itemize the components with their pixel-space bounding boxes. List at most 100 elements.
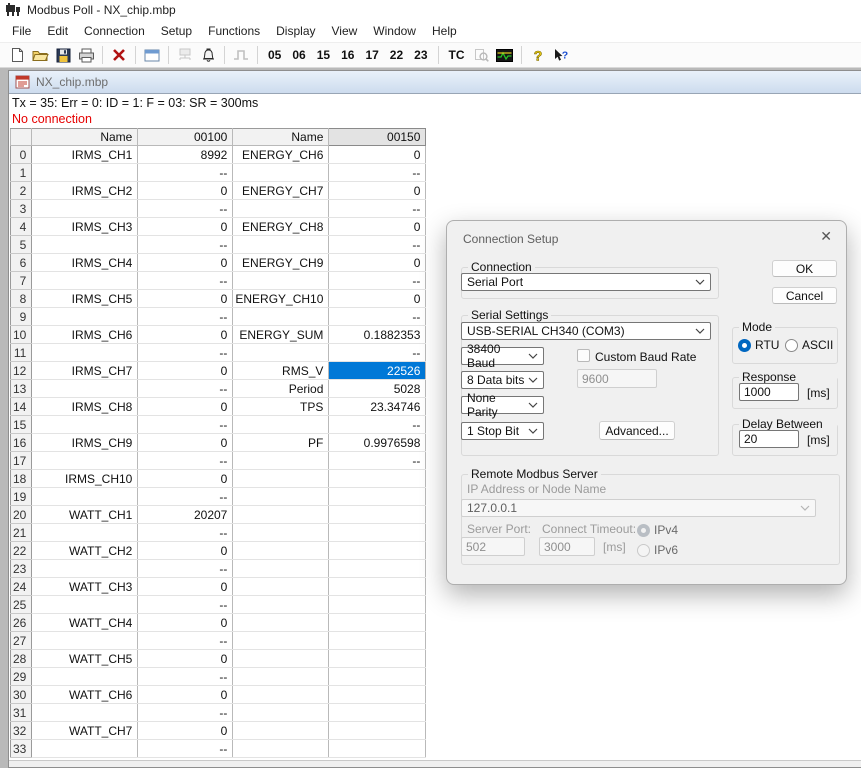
name-cell-00150[interactable]: ENERGY_CH8: [233, 218, 329, 236]
value-cell-00150[interactable]: [329, 722, 426, 740]
value-cell-00150[interactable]: 0: [329, 254, 426, 272]
name-cell-00100[interactable]: [32, 416, 138, 434]
name-cell-00150[interactable]: [233, 488, 329, 506]
connect-timeout-field[interactable]: 3000: [539, 537, 595, 556]
value-cell-00100[interactable]: 0: [138, 182, 233, 200]
value-cell-00100[interactable]: 0: [138, 470, 233, 488]
value-cell-00100[interactable]: 0: [138, 434, 233, 452]
menu-setup[interactable]: Setup: [153, 21, 200, 41]
function-15-button[interactable]: 15: [312, 44, 335, 66]
value-cell-00150[interactable]: [329, 470, 426, 488]
stop-bits-select[interactable]: 1 Stop Bit: [461, 422, 544, 440]
response-timeout-field[interactable]: 1000: [739, 383, 799, 401]
value-cell-00150[interactable]: [329, 614, 426, 632]
menu-display[interactable]: Display: [268, 21, 323, 41]
value-cell-00150[interactable]: [329, 686, 426, 704]
name-cell-00150[interactable]: RMS_V: [233, 362, 329, 380]
value-cell-00100[interactable]: --: [138, 200, 233, 218]
cancel-button[interactable]: Cancel: [772, 287, 837, 304]
custom-baud-checkbox[interactable]: [577, 349, 590, 362]
advanced-button[interactable]: Advanced...: [599, 421, 675, 440]
help-icon[interactable]: ?: [527, 44, 549, 66]
function-05-button[interactable]: 05: [263, 44, 286, 66]
name-cell-00150[interactable]: [233, 236, 329, 254]
value-cell-00150[interactable]: [329, 668, 426, 686]
value-cell-00100[interactable]: --: [138, 344, 233, 362]
value-cell-00150[interactable]: --: [329, 200, 426, 218]
value-cell-00150[interactable]: --: [329, 416, 426, 434]
name-cell-00100[interactable]: [32, 488, 138, 506]
disconnect-icon[interactable]: [108, 44, 130, 66]
baud-rate-select[interactable]: 38400 Baud: [461, 347, 544, 365]
name-cell-00150[interactable]: [233, 542, 329, 560]
menu-help[interactable]: Help: [424, 21, 465, 41]
context-help-icon[interactable]: ?: [550, 44, 572, 66]
name-cell-00100[interactable]: IRMS_CH6: [32, 326, 138, 344]
value-cell-00100[interactable]: --: [138, 632, 233, 650]
ascii-radio[interactable]: ASCII: [785, 338, 833, 352]
test-center-button[interactable]: TC: [444, 44, 470, 66]
function-16-button[interactable]: 16: [336, 44, 359, 66]
menu-connection[interactable]: Connection: [76, 21, 153, 41]
name-cell-00150[interactable]: ENERGY_CH6: [233, 146, 329, 164]
header-00150[interactable]: 00150: [329, 129, 426, 146]
value-cell-00150[interactable]: [329, 560, 426, 578]
ok-button[interactable]: OK: [772, 260, 837, 277]
value-cell-00150[interactable]: [329, 524, 426, 542]
name-cell-00100[interactable]: WATT_CH2: [32, 542, 138, 560]
name-cell-00150[interactable]: [233, 686, 329, 704]
value-cell-00150[interactable]: [329, 488, 426, 506]
value-cell-00100[interactable]: 0: [138, 578, 233, 596]
name-cell-00100[interactable]: [32, 164, 138, 182]
value-cell-00100[interactable]: --: [138, 272, 233, 290]
name-cell-00100[interactable]: IRMS_CH5: [32, 290, 138, 308]
name-cell-00150[interactable]: [233, 308, 329, 326]
value-cell-00150[interactable]: [329, 632, 426, 650]
function-23-button[interactable]: 23: [409, 44, 432, 66]
value-cell-00150[interactable]: --: [329, 344, 426, 362]
value-cell-00150[interactable]: [329, 542, 426, 560]
value-cell-00150[interactable]: [329, 650, 426, 668]
name-cell-00100[interactable]: IRMS_CH10: [32, 470, 138, 488]
value-cell-00100[interactable]: 0: [138, 362, 233, 380]
name-cell-00150[interactable]: ENERGY_CH9: [233, 254, 329, 272]
name-cell-00100[interactable]: WATT_CH1: [32, 506, 138, 524]
name-cell-00100[interactable]: [32, 632, 138, 650]
display-window-icon[interactable]: [141, 44, 163, 66]
name-cell-00100[interactable]: [32, 200, 138, 218]
name-cell-00150[interactable]: ENERGY_SUM: [233, 326, 329, 344]
name-cell-00100[interactable]: [32, 668, 138, 686]
name-cell-00150[interactable]: [233, 560, 329, 578]
value-cell-00150[interactable]: --: [329, 164, 426, 182]
name-cell-00100[interactable]: [32, 344, 138, 362]
value-cell-00100[interactable]: 0: [138, 218, 233, 236]
serial-port-select[interactable]: USB-SERIAL CH340 (COM3): [461, 322, 711, 340]
function-06-button[interactable]: 06: [287, 44, 310, 66]
name-cell-00150[interactable]: [233, 470, 329, 488]
poll-definition-icon[interactable]: [174, 44, 196, 66]
name-cell-00150[interactable]: ENERGY_CH10: [233, 290, 329, 308]
print-icon[interactable]: [75, 44, 97, 66]
parity-select[interactable]: None Parity: [461, 396, 544, 414]
value-cell-00100[interactable]: --: [138, 704, 233, 722]
name-cell-00150[interactable]: [233, 344, 329, 362]
value-cell-00150[interactable]: 23.34746: [329, 398, 426, 416]
function-22-button[interactable]: 22: [385, 44, 408, 66]
value-cell-00100[interactable]: --: [138, 308, 233, 326]
value-cell-00150[interactable]: --: [329, 308, 426, 326]
scope-icon[interactable]: [494, 44, 516, 66]
value-cell-00100[interactable]: --: [138, 236, 233, 254]
name-cell-00100[interactable]: [32, 272, 138, 290]
name-cell-00150[interactable]: [233, 452, 329, 470]
name-cell-00150[interactable]: [233, 200, 329, 218]
name-cell-00150[interactable]: PF: [233, 434, 329, 452]
name-cell-00150[interactable]: TPS: [233, 398, 329, 416]
value-cell-00150[interactable]: --: [329, 452, 426, 470]
value-cell-00100[interactable]: 8992: [138, 146, 233, 164]
value-cell-00100[interactable]: --: [138, 668, 233, 686]
value-cell-00150[interactable]: [329, 578, 426, 596]
value-cell-00150[interactable]: 0: [329, 290, 426, 308]
value-cell-00100[interactable]: 0: [138, 326, 233, 344]
header-rownum[interactable]: [11, 129, 32, 146]
value-cell-00100[interactable]: --: [138, 560, 233, 578]
